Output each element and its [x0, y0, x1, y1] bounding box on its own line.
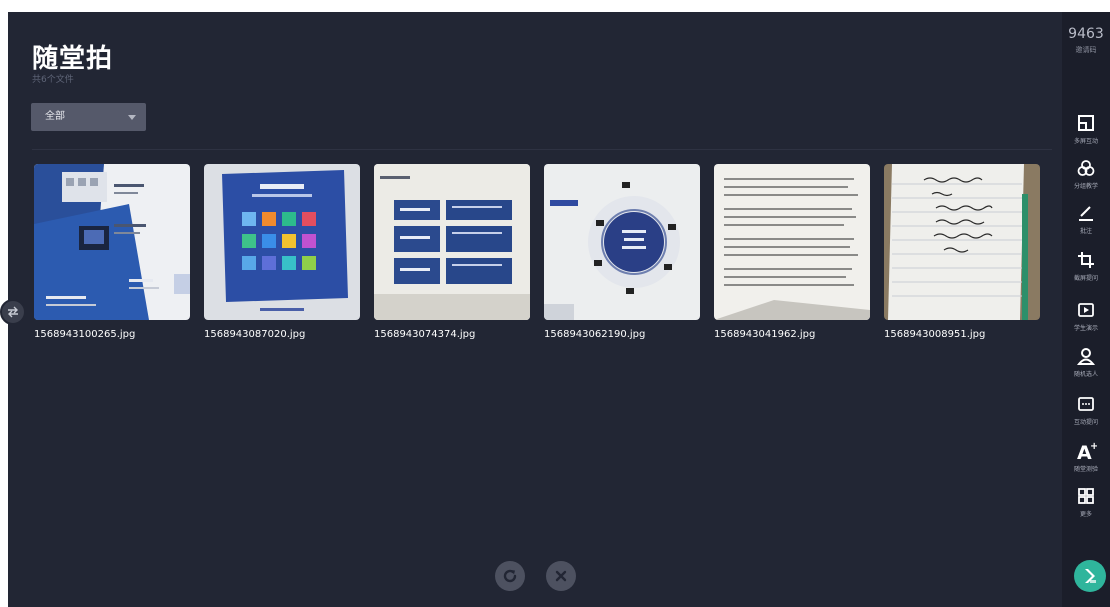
main-panel: 随堂拍 共6个文件 全部 1568943100265.jpg 156894308…: [8, 12, 1062, 607]
photo-card[interactable]: 1568943062190.jpg: [544, 164, 700, 344]
filter-selected: 全部: [45, 111, 65, 122]
font-plus-icon: A +: [1075, 440, 1097, 462]
invite-code-label: 邀请码: [1075, 46, 1097, 54]
photo-filename: 1568943008951.jpg: [884, 329, 986, 340]
person-icon: [1075, 345, 1097, 367]
svg-text:+: +: [1090, 441, 1097, 452]
photo-card[interactable]: 1568943041962.jpg: [714, 164, 870, 344]
photo-card[interactable]: 1568943100265.jpg: [34, 164, 190, 344]
photo-thumbnail[interactable]: [884, 164, 1040, 320]
tool-interactive-qa[interactable]: 互动提问: [1062, 393, 1110, 433]
tool-label: 分组教学: [1073, 183, 1098, 190]
grid-icon: [1075, 485, 1097, 507]
page-title: 随堂拍: [32, 44, 114, 74]
close-icon: [555, 570, 567, 582]
tool-label: 学生演示: [1073, 325, 1098, 332]
photo-card[interactable]: 1568943074374.jpg: [374, 164, 530, 344]
photo-filename: 1568943074374.jpg: [374, 329, 476, 340]
chat-icon: [1075, 393, 1097, 415]
photo-thumbnail[interactable]: [714, 164, 870, 320]
photo-filename: 1568943062190.jpg: [544, 329, 646, 340]
tool-label: 更多: [1079, 511, 1092, 518]
tool-group[interactable]: 分组教学: [1062, 157, 1110, 197]
tool-quiz[interactable]: A + 随堂测验: [1062, 440, 1110, 480]
caret-down-icon: [128, 115, 136, 120]
assistant-icon: [1085, 569, 1096, 583]
crop-icon: [1075, 249, 1097, 271]
tool-sidebar: 9463 邀请码 多屏互动 分组教学 批注 截屏提问 学生演示 随机选人 互动提…: [1062, 12, 1110, 607]
swap-button[interactable]: [0, 299, 26, 325]
divider: [32, 149, 1052, 150]
pen-icon: [1075, 202, 1097, 224]
swap-arrows-icon: [8, 306, 18, 318]
file-count: 共6个文件: [32, 75, 74, 85]
filter-dropdown[interactable]: 全部: [31, 103, 146, 131]
app-window: 随堂拍 共6个文件 全部 1568943100265.jpg 156894308…: [0, 0, 1110, 607]
tool-annotate[interactable]: 批注: [1062, 202, 1110, 242]
photo-thumbnail[interactable]: [374, 164, 530, 320]
tool-label: 互动提问: [1073, 419, 1098, 426]
tool-student-demo[interactable]: 学生演示: [1062, 299, 1110, 339]
tool-label: 批注: [1079, 228, 1092, 235]
photo-card[interactable]: 1568943008951.jpg: [884, 164, 1040, 344]
photo-filename: 1568943087020.jpg: [204, 329, 306, 340]
photo-thumbnail[interactable]: [544, 164, 700, 320]
tool-label: 截屏提问: [1073, 275, 1098, 282]
tool-label: 随机选人: [1073, 371, 1098, 378]
refresh-button[interactable]: [495, 561, 525, 591]
photo-filename: 1568943100265.jpg: [34, 329, 136, 340]
photo-card[interactable]: 1568943087020.jpg: [204, 164, 360, 344]
group-icon: [1075, 157, 1097, 179]
tool-label: 随堂测验: [1073, 466, 1098, 473]
photo-filename: 1568943041962.jpg: [714, 329, 816, 340]
close-button[interactable]: [546, 561, 576, 591]
photo-grid: 1568943100265.jpg 1568943087020.jpg 1568…: [34, 164, 1044, 344]
tool-random-pick[interactable]: 随机选人: [1062, 345, 1110, 385]
tool-more[interactable]: 更多: [1062, 485, 1110, 525]
tool-crop[interactable]: 截屏提问: [1062, 249, 1110, 289]
assistant-button[interactable]: [1074, 560, 1106, 592]
tool-label: 多屏互动: [1073, 138, 1098, 145]
play-icon: [1075, 299, 1097, 321]
photo-thumbnail[interactable]: [34, 164, 190, 320]
photo-thumbnail[interactable]: [204, 164, 360, 320]
multi-screen-icon: [1075, 112, 1097, 134]
tool-multi-screen[interactable]: 多屏互动: [1062, 112, 1110, 152]
refresh-icon: [503, 569, 517, 583]
invite-code: 9463: [1068, 26, 1104, 42]
